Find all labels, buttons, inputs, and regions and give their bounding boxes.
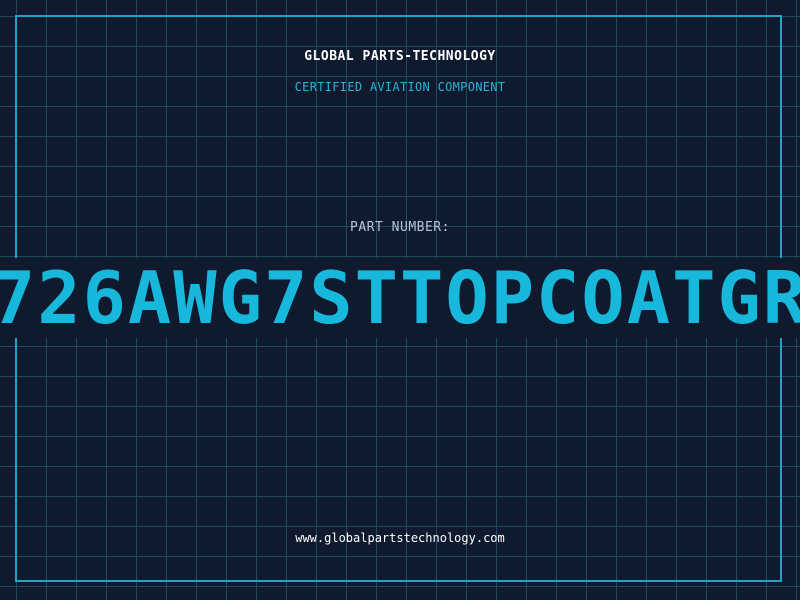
company-name: GLOBAL PARTS-TECHNOLOGY [304, 49, 496, 64]
certification-tagline: CERTIFIED AVIATION COMPONENT [294, 80, 506, 94]
part-number-band: 7726AWG7STTOPCOATGRY [0, 258, 800, 338]
part-number-value: 7726AWG7STTOPCOATGRY [0, 258, 800, 338]
website-url: www.globalpartstechnology.com [295, 531, 505, 545]
part-label-card: GLOBAL PARTS-TECHNOLOGY CERTIFIED AVIATI… [0, 0, 800, 600]
part-number-label: PART NUMBER: [350, 220, 450, 235]
